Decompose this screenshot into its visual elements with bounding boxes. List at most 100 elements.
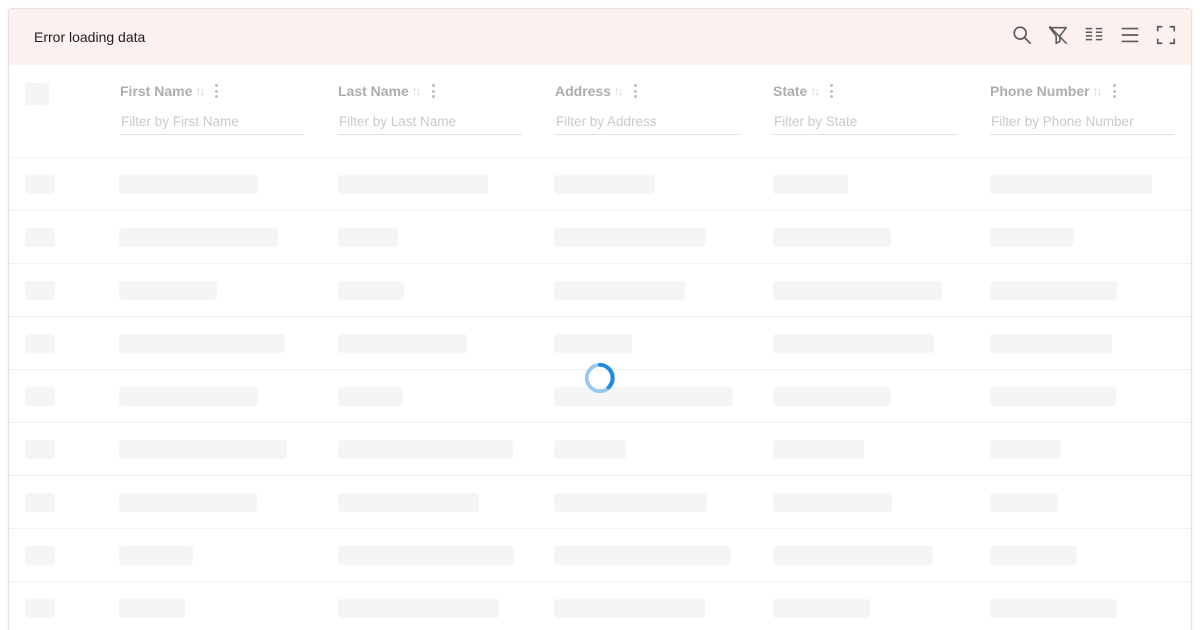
skeleton-cell xyxy=(25,440,55,459)
skeleton-cell xyxy=(554,546,731,565)
skeleton-cell xyxy=(119,599,185,618)
skeleton-cell xyxy=(119,334,285,353)
sort-icon[interactable]: ↑↓ xyxy=(614,84,624,98)
show-columns-button[interactable] xyxy=(1082,23,1106,47)
skeleton-cell xyxy=(773,281,942,300)
skeleton-cell xyxy=(773,440,864,459)
last-name-filter-input[interactable] xyxy=(338,109,522,135)
skeleton-cell xyxy=(990,440,1061,459)
column-title[interactable]: State xyxy=(773,83,807,99)
density-icon xyxy=(1121,27,1139,43)
skeleton-cell xyxy=(990,228,1074,247)
column-address: Address ↑↓ xyxy=(555,83,739,153)
skeleton-cell xyxy=(990,546,1077,565)
skeleton-cell xyxy=(119,546,193,565)
skeleton-cell xyxy=(554,175,655,194)
skeleton-cell xyxy=(990,334,1112,353)
skeleton-cell xyxy=(554,281,685,300)
skeleton-cell xyxy=(554,493,707,512)
skeleton-cell xyxy=(25,228,55,247)
skeleton-cell xyxy=(25,334,55,353)
state-filter-input[interactable] xyxy=(773,109,957,135)
skeleton-cell xyxy=(338,440,513,459)
skeleton-cell xyxy=(25,281,55,300)
skeleton-cell xyxy=(554,440,626,459)
skeleton-cell xyxy=(773,387,891,406)
skeleton-cell xyxy=(338,334,467,353)
skeleton-cell xyxy=(554,599,705,618)
skeleton-cell xyxy=(25,493,55,512)
skeleton-cell xyxy=(338,599,499,618)
skeleton-cell xyxy=(554,387,733,406)
sort-icon[interactable]: ↑↓ xyxy=(195,84,205,98)
skeleton-cell xyxy=(773,493,892,512)
column-phone-number: Phone Number ↑↓ xyxy=(990,83,1174,153)
table-header: First Name ↑↓ Last Name ↑↓ Address ↑↓ xyxy=(9,65,1191,158)
skeleton-cell xyxy=(25,599,55,618)
error-message: Error loading data xyxy=(34,29,146,45)
fullscreen-icon xyxy=(1156,25,1176,45)
skeleton-cell xyxy=(338,546,514,565)
skeleton-cell xyxy=(773,228,891,247)
column-menu-icon[interactable] xyxy=(1112,83,1117,99)
sort-icon[interactable]: ↑↓ xyxy=(1093,84,1103,98)
table-row xyxy=(9,211,1191,264)
sort-icon[interactable]: ↑↓ xyxy=(810,84,820,98)
skeleton-cell xyxy=(554,334,632,353)
column-menu-icon[interactable] xyxy=(215,83,219,99)
error-toolbar: Error loading data xyxy=(9,9,1191,65)
column-title[interactable]: Address xyxy=(555,83,611,99)
clear-filter-icon xyxy=(1048,25,1068,45)
skeleton-cell xyxy=(119,281,217,300)
search-button[interactable] xyxy=(1010,23,1034,47)
skeleton-cell xyxy=(338,175,488,194)
skeleton-cell xyxy=(990,175,1152,194)
columns-icon xyxy=(1085,27,1103,41)
column-menu-icon[interactable] xyxy=(634,83,638,99)
column-menu-icon[interactable] xyxy=(830,83,834,99)
skeleton-cell xyxy=(773,334,934,353)
data-table-panel: Error loading data First Name ↑↓ Filter … xyxy=(8,8,1192,630)
skeleton-cell xyxy=(990,387,1116,406)
column-state: State ↑↓ xyxy=(773,83,957,153)
skeleton-cell xyxy=(990,599,1117,618)
skeleton-cell xyxy=(119,175,258,194)
column-menu-icon[interactable] xyxy=(431,83,436,99)
phone-number-filter-input[interactable] xyxy=(990,109,1174,135)
column-last-name: Last Name ↑↓ xyxy=(338,83,522,153)
skeleton-cell xyxy=(338,228,398,247)
skeleton-cell xyxy=(773,546,933,565)
column-title[interactable]: Phone Number xyxy=(990,83,1090,99)
skeleton-cell xyxy=(25,387,55,406)
skeleton-cell xyxy=(990,493,1058,512)
skeleton-cell xyxy=(773,175,848,194)
table-row xyxy=(9,582,1191,630)
fullscreen-button[interactable] xyxy=(1154,23,1178,47)
skeleton-cell xyxy=(25,546,55,565)
skeleton-cell xyxy=(119,493,257,512)
table-row xyxy=(9,158,1191,211)
skeleton-cell xyxy=(990,281,1117,300)
sort-icon[interactable]: ↑↓ xyxy=(412,84,422,98)
skeleton-cell xyxy=(773,599,870,618)
density-button[interactable] xyxy=(1118,23,1142,47)
skeleton-cell xyxy=(554,228,706,247)
skeleton-cell xyxy=(119,387,258,406)
clear-filters-button[interactable] xyxy=(1046,23,1070,47)
column-first-name: First Name ↑↓ xyxy=(120,83,304,153)
search-icon xyxy=(1013,26,1032,45)
skeleton-cell xyxy=(338,493,479,512)
table-row xyxy=(9,476,1191,529)
loading-spinner-icon xyxy=(584,362,616,394)
column-title[interactable]: First Name xyxy=(120,83,192,99)
table-row xyxy=(9,423,1191,476)
skeleton-cell xyxy=(119,228,278,247)
skeleton-cell xyxy=(338,387,403,406)
table-row xyxy=(9,264,1191,317)
table-row xyxy=(9,529,1191,582)
skeleton-cell xyxy=(25,175,55,194)
address-filter-input[interactable] xyxy=(555,109,739,135)
select-all-checkbox[interactable] xyxy=(25,83,49,105)
first-name-filter-input[interactable] xyxy=(120,109,304,135)
column-title[interactable]: Last Name xyxy=(338,83,409,99)
